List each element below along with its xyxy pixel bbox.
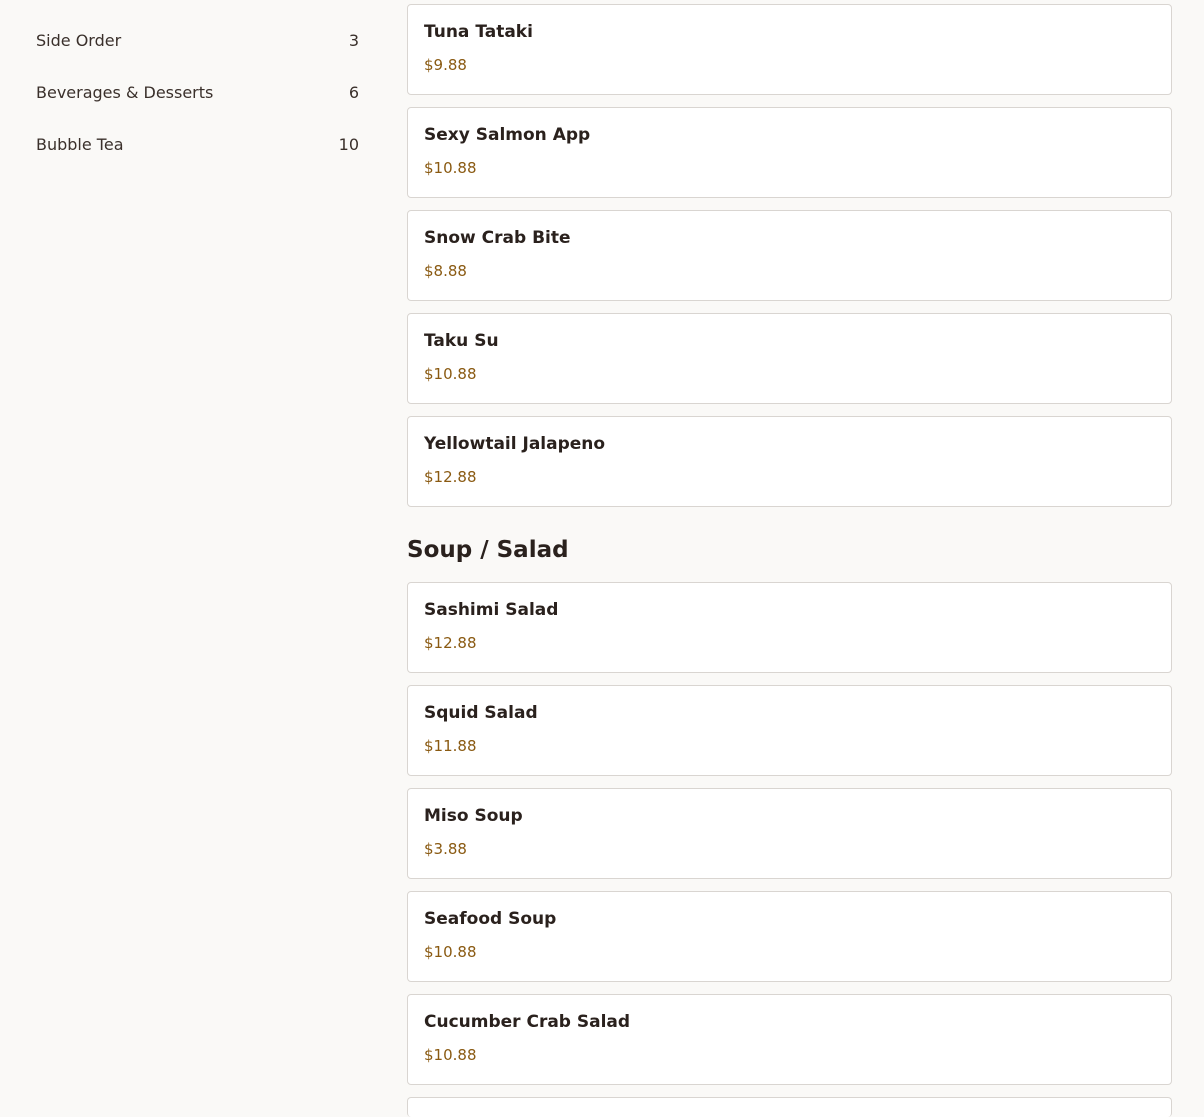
- menu-item-price: $9.88: [424, 56, 467, 74]
- menu-item-name: Tuna Tataki: [424, 22, 533, 42]
- menu-item-name: Sexy Salmon App: [424, 125, 591, 145]
- menu-item-price: $10.88: [424, 1046, 477, 1064]
- menu-item-name: Taku Su: [424, 331, 499, 351]
- menu-item-price: $12.88: [424, 634, 477, 652]
- menu-item-price: $10.88: [424, 159, 477, 177]
- menu-item-card[interactable]: Sexy Salmon App $10.88: [407, 107, 1172, 198]
- sidebar-item-side-order[interactable]: Side Order 3: [36, 14, 359, 66]
- menu-item-name: Cucumber Crab Salad: [424, 1012, 631, 1032]
- menu-item-name: Squid Salad: [424, 703, 538, 723]
- menu-item-card[interactable]: Cucumber Crab Salad $10.88: [407, 994, 1172, 1085]
- menu-item-card[interactable]: Yellowtail Jalapeno $12.88: [407, 416, 1172, 507]
- sidebar-item-count: 10: [338, 134, 359, 154]
- sidebar-item-count: 3: [348, 30, 359, 50]
- menu-item-price: $3.88: [424, 840, 467, 858]
- menu-item-card[interactable]: Seafood Soup $10.88: [407, 891, 1172, 982]
- menu-item-name: Yellowtail Jalapeno: [424, 434, 606, 454]
- menu-item-price: $12.88: [424, 468, 477, 486]
- section-title-soup-salad: Soup / Salad: [407, 537, 569, 563]
- menu-item-card[interactable]: Taku Su $10.88: [407, 313, 1172, 404]
- menu-item-name: Miso Soup: [424, 806, 523, 826]
- menu-item-card[interactable]: Sashimi Salad $12.88: [407, 582, 1172, 673]
- sidebar-item-label: Bubble Tea: [36, 134, 124, 154]
- menu-content: Tuna Tataki $9.88 Sexy Salmon App $10.88…: [407, 4, 1172, 1117]
- menu-item-name: Seafood Soup: [424, 909, 557, 929]
- sidebar-item-beverages-desserts[interactable]: Beverages & Desserts 6: [36, 66, 359, 118]
- menu-item-card[interactable]: Snow Crab Bite $8.88: [407, 210, 1172, 301]
- menu-item-name: Snow Crab Bite: [424, 228, 571, 248]
- menu-item-price: $8.88: [424, 262, 467, 280]
- sidebar-item-label: Side Order: [36, 30, 122, 50]
- sidebar-item-bubble-tea[interactable]: Bubble Tea 10: [36, 118, 359, 170]
- menu-item-card[interactable]: Tuna Tataki $9.88: [407, 4, 1172, 95]
- menu-item-card[interactable]: Miso Soup $3.88: [407, 788, 1172, 879]
- category-sidebar: Side Order 3 Beverages & Desserts 6 Bubb…: [36, 0, 359, 170]
- menu-item-price: $10.88: [424, 943, 477, 961]
- menu-item-price: $10.88: [424, 365, 477, 383]
- menu-item-price: $11.88: [424, 737, 477, 755]
- menu-item-card-partial[interactable]: [407, 1097, 1172, 1117]
- sidebar-item-count: 6: [348, 82, 359, 102]
- menu-item-name: Sashimi Salad: [424, 600, 559, 620]
- sidebar-item-label: Beverages & Desserts: [36, 82, 214, 102]
- menu-item-card[interactable]: Squid Salad $11.88: [407, 685, 1172, 776]
